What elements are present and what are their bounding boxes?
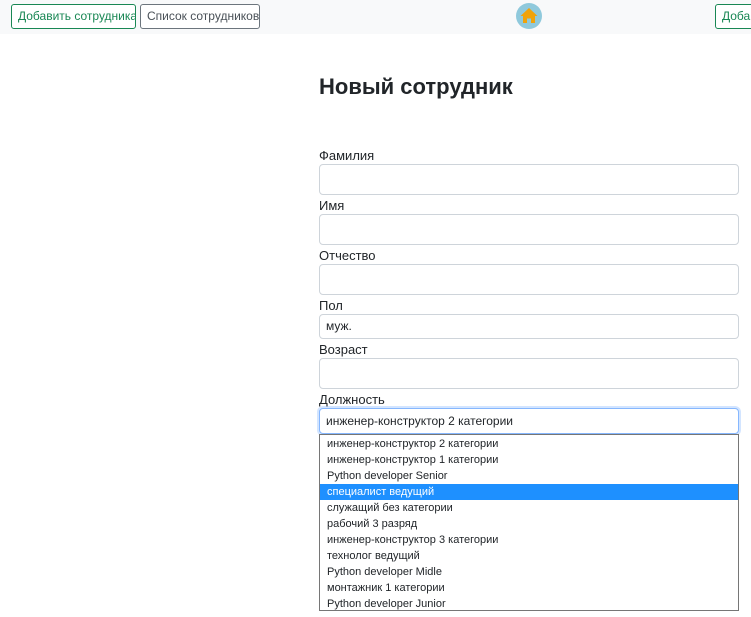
home-button[interactable] [516,3,542,29]
position-option[interactable]: Python developer Junior [320,596,738,612]
position-select[interactable]: инженер-конструктор 2 категории [319,408,739,434]
position-option[interactable]: служащий без категории [320,500,738,516]
position-option[interactable]: инженер-конструктор 1 категории [320,452,738,468]
position-option[interactable]: инженер-конструктор 3 категории [320,532,738,548]
top-navbar: Добавить сотрудника Список сотрудников Д… [0,0,751,34]
add-employee-button-right[interactable]: Добав [715,4,751,29]
add-employee-button[interactable]: Добавить сотрудника [11,4,136,29]
employee-list-button[interactable]: Список сотрудников [140,4,260,29]
patronymic-label: Отчество [319,248,376,263]
first-name-label: Имя [319,198,345,213]
page-title: Новый сотрудник [319,74,513,99]
last-name-input[interactable] [319,164,739,195]
last-name-label: Фамилия [319,148,375,163]
position-option[interactable]: специалист ведущий [320,484,738,500]
position-option[interactable]: Python developer Senior [320,468,738,484]
patronymic-input[interactable] [319,264,739,295]
position-label: Должность [319,392,385,407]
position-dropdown-list: инженер-конструктор 2 категории инженер-к… [319,434,739,611]
position-option[interactable]: монтажник 1 категории [320,580,738,596]
position-option[interactable]: рабочий 3 разряд [320,516,738,532]
age-input[interactable] [319,358,739,389]
gender-label: Пол [319,298,343,313]
position-option[interactable]: технолог ведущий [320,548,738,564]
position-option[interactable]: Python developer Midle [320,564,738,580]
home-icon [520,8,538,23]
first-name-input[interactable] [319,214,739,245]
position-option[interactable]: инженер-конструктор 2 категории [320,436,738,452]
age-label: Возраст [319,342,368,357]
gender-input[interactable]: муж. [319,314,739,339]
